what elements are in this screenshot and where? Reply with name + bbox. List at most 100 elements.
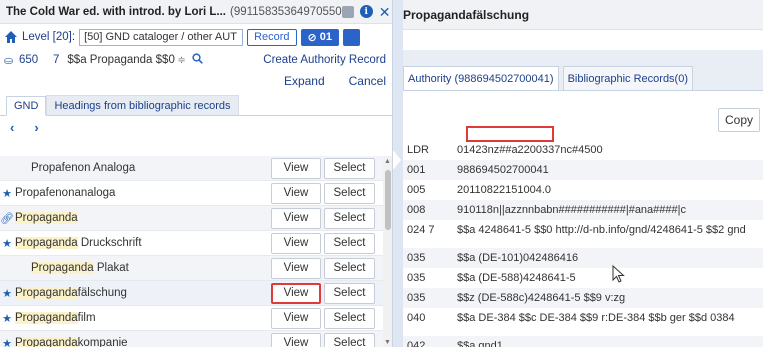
level-dropdown[interactable]: [50] GND cataloger / other AUT ▼ [79, 28, 244, 46]
list-item: Propaganda Plakat View Select [0, 256, 383, 281]
list-item-label: Propaganda Druckschrift [15, 237, 142, 249]
list-item: ★ Propagandafälschung View Select [0, 281, 383, 306]
marc-row: 005 20110822151004.0 [403, 180, 763, 200]
marc-tag: 035 [407, 252, 426, 264]
marc-row: 035 $$a (DE-588)4248641-5 [403, 268, 763, 288]
list-item: ★ Propafenonanaloga View Select [0, 181, 383, 206]
marc-value: 20110822151004.0 [457, 184, 552, 196]
marc-value: $$z (DE-588c)4248641-5 $$9 v:zg [457, 292, 626, 304]
view-button[interactable]: View [271, 207, 321, 229]
search-icon[interactable] [192, 53, 204, 67]
marc-value: 01423nz##a2200337nc#4500 [457, 144, 603, 156]
field-subfield[interactable]: $$a Propaganda $$0 [67, 54, 177, 66]
panel-toggle-button[interactable] [343, 28, 361, 46]
marc-row: 042 $$a gnd1 [403, 336, 763, 347]
marc-tag: 035 [407, 272, 426, 284]
select-button[interactable]: Select [324, 207, 375, 229]
cancel-link[interactable]: Cancel [349, 74, 386, 88]
select-button[interactable]: Select [324, 282, 375, 304]
record-button[interactable]: Record [247, 28, 297, 46]
record-type-icon[interactable] [341, 5, 354, 18]
tab-gnd[interactable]: GND [6, 96, 47, 116]
marc-row: 008 910118n||azznnbabn###########|#ana##… [403, 200, 763, 220]
view-button[interactable]: View [271, 282, 321, 304]
scroll-down-icon[interactable]: ▼ [384, 339, 391, 346]
select-button[interactable]: Select [324, 257, 375, 279]
link-icon: 🔗︎ [0, 212, 14, 225]
list-item: ★ Propagandakompanie View Select [0, 331, 383, 347]
chevron-down-icon: ▼ [237, 33, 242, 42]
splitter-arrow-icon[interactable] [393, 150, 401, 170]
tab-headings-from-bib-records[interactable]: Headings from bibliographic records [46, 95, 239, 115]
view-button[interactable]: View [271, 307, 321, 329]
marc-tag: 008 [407, 204, 426, 216]
select-button[interactable]: Select [324, 157, 375, 179]
star-icon: ★ [2, 187, 12, 200]
select-button[interactable]: Select [324, 307, 375, 329]
marc-row: LDR 01423nz##a2200337nc#4500 [403, 140, 763, 160]
authority-title-bar: Propagandafälschung [403, 0, 763, 30]
history-count-button[interactable]: ⊘ 01 [300, 28, 340, 46]
right-pane: Propagandafälschung Authority (988694502… [403, 0, 763, 347]
level-dropdown-value: [50] GND cataloger / other AUT [84, 31, 237, 43]
info-icon[interactable]: i [359, 5, 373, 18]
record-id: (99115835364970550 [229, 5, 342, 18]
marc-tag: 024 7 [407, 224, 435, 236]
list-item: ★ Propaganda Druckschrift View Select [0, 231, 383, 256]
level-toolbar: Level [20]: [50] GND cataloger / other A… [0, 24, 392, 50]
list-item-label: Propaganda [15, 212, 78, 224]
list-item: 🔗︎ Propaganda View Select [0, 206, 383, 231]
scroll-up-icon[interactable]: ▲ [384, 158, 391, 165]
list-item-label: Propagandafälschung [15, 287, 127, 299]
pagination-arrows: ‹ › [0, 116, 392, 138]
view-button[interactable]: View [271, 232, 321, 254]
marc-row: 024 7 $$a 4248641-5 $$0 http://d-nb.info… [403, 220, 763, 248]
marc-row: 001 988694502700041 [403, 160, 763, 180]
list-item-label: Propaganda Plakat [31, 262, 129, 274]
marc-value: $$a (DE-101)042486416 [457, 252, 579, 264]
view-button[interactable]: View [271, 332, 321, 347]
copy-button[interactable]: Copy [718, 108, 760, 132]
tab-authority[interactable]: Authority (988694502700041) [403, 66, 559, 90]
view-button[interactable]: View [271, 257, 321, 279]
scroll-thumb[interactable] [385, 170, 391, 230]
marc-tag: 035 [407, 292, 426, 304]
marc-value: $$a 4248641-5 $$0 http://d-nb.info/gnd/4… [457, 224, 746, 236]
view-button[interactable]: View [271, 157, 321, 179]
pane-splitter[interactable] [393, 0, 403, 347]
level-label: Level [20]: [22, 31, 76, 43]
tab-bibliographic-records[interactable]: Bibliographic Records(0) [562, 66, 694, 90]
marc-row: 035 $$z (DE-588c)4248641-5 $$9 v:zg [403, 288, 763, 308]
list-item: Propafenon Analoga View Select [0, 156, 383, 181]
list-scrollbar[interactable]: ▲ ▼ [383, 156, 392, 347]
star-icon: ★ [2, 337, 12, 347]
stepper-icon[interactable]: ≑ [177, 55, 185, 66]
marc-value: 910118n||azznnbabn###########|#ana####|c [457, 204, 686, 216]
home-icon[interactable] [4, 30, 18, 44]
list-item: ★ Propagandafilm View Select [0, 306, 383, 331]
star-icon: ★ [2, 312, 12, 325]
heading-list: Propafenon Analoga View Select ★ Propafe… [0, 156, 383, 347]
star-icon: ★ [2, 237, 12, 250]
list-item-label: Propagandafilm [15, 312, 96, 324]
select-button[interactable]: Select [324, 332, 375, 347]
marc-field-row: ⛀ 650 7 $$a Propaganda $$0 ≑ Create Auth… [0, 50, 392, 70]
list-item-label: Propafenonanaloga [15, 187, 116, 199]
marc-value: 988694502700041 [457, 164, 549, 176]
chevron-left-icon[interactable]: ‹ [10, 120, 14, 135]
marc-row: 035 $$a (DE-101)042486416 [403, 248, 763, 268]
chevron-right-icon[interactable]: › [34, 120, 38, 135]
binoculars-icon[interactable]: ⛀ [4, 54, 16, 67]
star-icon: ★ [2, 287, 12, 300]
close-icon[interactable]: ✕ [379, 5, 391, 19]
marc-tag: 005 [407, 184, 426, 196]
history-count-label: 01 [319, 31, 333, 43]
view-button[interactable]: View [271, 182, 321, 204]
expand-link[interactable]: Expand [284, 74, 325, 88]
select-button[interactable]: Select [324, 182, 375, 204]
create-authority-record-link[interactable]: Create Authority Record [263, 54, 388, 66]
left-tabs: GND Headings from bibliographic records [0, 94, 392, 116]
authority-title: Propagandafälschung [403, 7, 530, 22]
select-button[interactable]: Select [324, 232, 375, 254]
marc-value: $$a gnd1 [457, 340, 503, 347]
